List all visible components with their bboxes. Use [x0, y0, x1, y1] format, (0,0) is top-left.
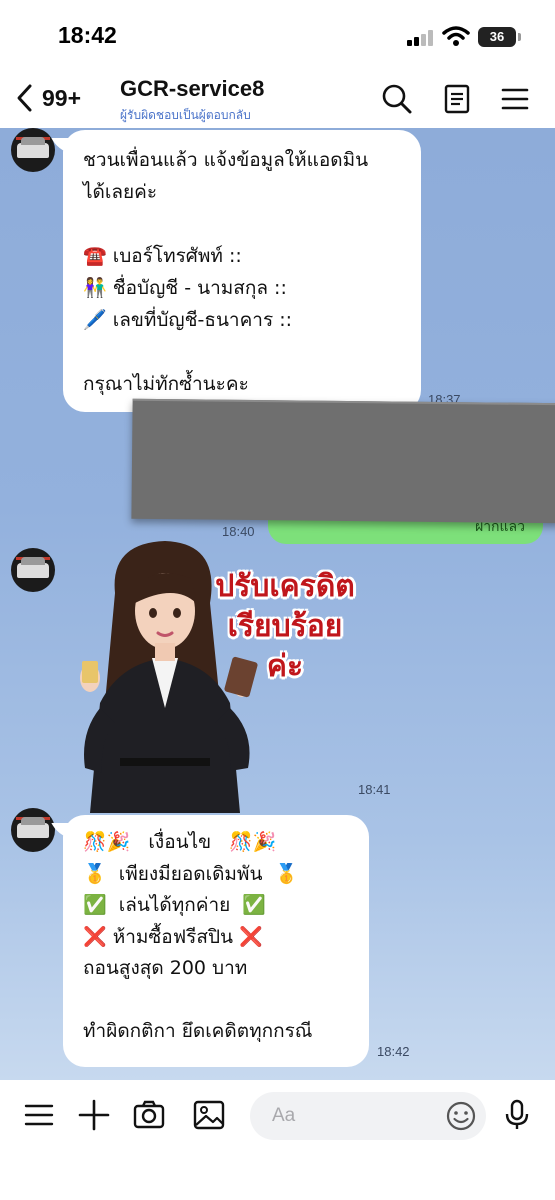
sticker-text-line: ปรับเครดิต — [215, 569, 355, 604]
unread-count: 99+ — [42, 84, 82, 111]
message-time: 18:42 — [377, 1044, 410, 1059]
chat-header: 99+ GCR-service8 ผู้รับผิดชอบเป็นผู้ตอบก… — [0, 70, 555, 128]
message-time: 18:41 — [358, 782, 391, 797]
back-button[interactable]: 99+ — [14, 78, 98, 118]
menu-icon[interactable] — [498, 82, 532, 116]
battery-indicator: 36 — [478, 27, 521, 47]
message-input-bar — [0, 1080, 555, 1200]
search-icon[interactable] — [380, 82, 414, 116]
avatar[interactable] — [11, 128, 55, 172]
cellular-signal-icon — [407, 30, 435, 46]
camera-icon[interactable] — [132, 1098, 166, 1132]
sticker-image[interactable]: ปรับเครดิต เรียบร้อย ค่ะ — [60, 533, 360, 813]
avatar[interactable] — [11, 808, 55, 852]
menu-icon[interactable] — [22, 1098, 56, 1132]
chevron-left-icon — [17, 84, 32, 112]
emoji-icon[interactable] — [445, 1100, 477, 1132]
message-bubble[interactable]: ชวนเพื่อนแล้ว แจ้งข้อมูลให้แอดมิน ได้เลย… — [63, 130, 421, 412]
sticker-text-line: เรียบร้อย — [227, 609, 343, 644]
image-icon[interactable] — [192, 1098, 226, 1132]
notes-icon[interactable] — [440, 82, 474, 116]
plus-icon[interactable] — [77, 1098, 111, 1132]
avatar[interactable] — [11, 548, 55, 592]
chat-area[interactable]: ชวนเพื่อนแล้ว แจ้งข้อมูลให้แอดมิน ได้เลย… — [0, 128, 555, 1080]
chat-subtitle: ผู้รับผิดชอบเป็นผู้ตอบกลับ — [120, 108, 251, 122]
redaction-overlay — [131, 398, 555, 524]
chat-title[interactable]: GCR-service8 — [120, 76, 264, 102]
sticker-text-line: ค่ะ — [266, 649, 304, 684]
message-bubble[interactable]: 🎊🎉 เงื่อนไข 🎊🎉 🥇 เพียงมียอดเดิมพัน 🥇 ✅ เ… — [63, 815, 369, 1067]
wifi-icon — [442, 26, 470, 46]
status-bar: 18:42 36 — [0, 0, 555, 70]
microphone-icon[interactable] — [500, 1098, 534, 1132]
status-time: 18:42 — [58, 22, 117, 48]
